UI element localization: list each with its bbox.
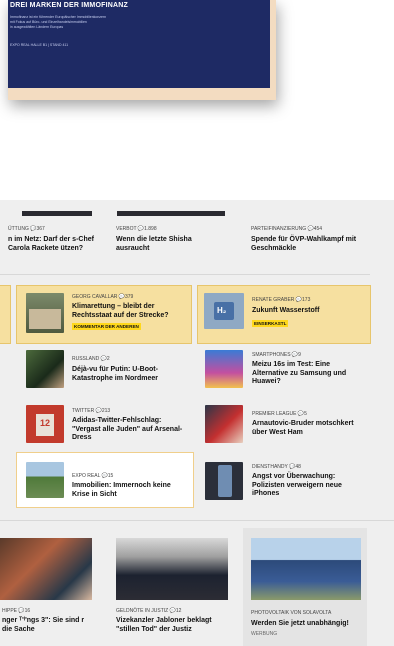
phone-icon	[218, 465, 232, 497]
article-thumbnail[interactable]	[205, 405, 243, 443]
article-headline-link[interactable]: Adidas-Twitter-Fehlschlag: "Vergast alle…	[72, 417, 184, 443]
ad-label: WERBUNG	[251, 631, 278, 637]
article-thumbnail[interactable]	[26, 350, 64, 388]
jersey-number: 12	[40, 418, 51, 428]
article-headline-link[interactable]: Spende für ÖVP-Wahlkampf mit Geschmäckle	[251, 236, 361, 253]
article-meta: PREMIER LEAGUE 💬5	[252, 411, 307, 417]
divider	[0, 520, 394, 521]
article-headline-link[interactable]: Déjà-vu für Putin: U-Boot-Katastrophe im…	[72, 366, 184, 383]
article-headline-link[interactable]: Zukunft Wasserstoff	[252, 307, 362, 316]
article-image[interactable]	[0, 538, 92, 600]
article-headline-link[interactable]: Immobilien: Immernoch keine Krise in Sic…	[72, 482, 184, 499]
article-headline-link[interactable]: Klimarettung – bleibt der Rechtsstaat au…	[72, 303, 184, 320]
image-bottom-edge	[22, 211, 92, 216]
article-headline-link[interactable]: Wenn die letzte Shisha ausraucht	[116, 236, 216, 253]
article-thumbnail[interactable]	[205, 350, 243, 388]
article-meta: TWITTER 💬213	[72, 408, 111, 414]
thumbnail-detail	[29, 309, 61, 329]
poster-stand: EXPO REAL HALLE B1 | STAND 411	[10, 43, 69, 47]
article-headline-link[interactable]: Angst vor Überwachung: Polizisten verwei…	[252, 473, 364, 499]
article-meta: HIPPE 💬16	[2, 608, 31, 614]
card-edge	[0, 285, 11, 344]
article-meta: RENATE GRABER 💬173	[252, 297, 311, 303]
article-headline-link[interactable]: Meizu 16s im Test: Eine Alternative zu S…	[252, 361, 364, 387]
poster-text: in ausgewählten Ländern Europas	[10, 25, 64, 29]
divider	[0, 274, 370, 275]
article-headline-link[interactable]: Arnautovic-Bruder motschkert über West H…	[252, 420, 364, 437]
hydrogen-icon-label: H₂	[217, 306, 227, 315]
article-meta: DIENSTHANDY 💬48	[252, 464, 301, 470]
article-meta: ÜTTUNG 💬367	[8, 226, 45, 232]
poster-text: mit Fokus auf Büro- und Einzelhandelsimm…	[10, 20, 87, 24]
article-headline-link[interactable]: nger ᵀ'ᴵ'ngs 3": Sie sind r die Sache	[2, 617, 94, 634]
image-bottom-edge	[117, 211, 225, 216]
article-headline-link[interactable]: n im Netz: Darf der s-Chef Carola Racket…	[8, 236, 98, 253]
poster-title: DREI MARKEN DER IMMOFINANZ	[10, 2, 128, 9]
article-meta: GEORG CAVALLAR 💬379	[72, 294, 134, 300]
article-meta: VERBOT 💬1.898	[116, 226, 157, 232]
article-image[interactable]	[116, 538, 228, 600]
article-meta: SMARTPHONES 💬9	[252, 352, 301, 358]
category-tag: EINSERKASTL	[252, 320, 289, 327]
article-headline-link[interactable]: Vizekanzler Jabloner beklagt "stillen To…	[116, 617, 231, 634]
category-tag: KOMMENTAR DER ANDEREN	[72, 323, 141, 330]
article-thumbnail[interactable]	[26, 462, 64, 498]
ad-image[interactable]	[251, 538, 361, 600]
article-meta: PARTEIFINANZIERUNG 💬454	[251, 226, 323, 232]
poster-text: Immofinanz ist ein führender Europäische…	[10, 15, 107, 19]
ad-meta: PHOTOVOLTAIK VON SOLAVOLTA	[251, 610, 332, 616]
article-meta: RUSSLAND 💬2	[72, 356, 110, 362]
article-meta: GELDNÖTE IN JUSTIZ 💬12	[116, 608, 182, 614]
ad-headline-link[interactable]: Werden Sie jetzt unabhängig!	[251, 620, 363, 629]
article-meta: EXPO REAL 💬15	[72, 473, 114, 479]
